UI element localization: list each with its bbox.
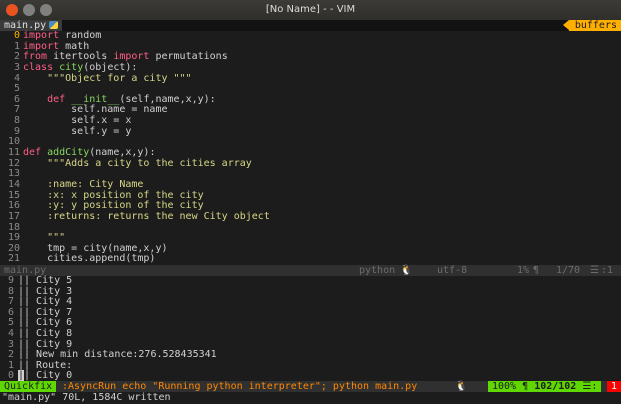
quickfix-pane[interactable]: 9 || City 5 8 || City 3 7 || City 4 6 || City 7…: [0, 275, 621, 382]
code-line: 4 """Object for a city """: [0, 72, 621, 85]
python-icon: [49, 21, 59, 29]
vim-window: [No Name] - - VIM main.py buffers 0 impor…: [0, 0, 621, 404]
code-line: 17 :returns: returns the new City object: [0, 210, 621, 223]
pilcrow-icon: ¶: [533, 265, 540, 276]
status-percent: 100%: [492, 381, 517, 392]
status-col: 1: [607, 265, 614, 276]
quickfix-text: || City 5: [18, 275, 73, 286]
code-line: 12 """Adds a city to the cities array: [0, 157, 621, 170]
tux-icon: 🐧: [400, 265, 413, 276]
code-text: import random: [23, 30, 102, 41]
command-line[interactable]: "main.py" 70L, 1584C written: [0, 392, 621, 404]
quickfix-text: || City 8: [18, 327, 73, 339]
code-line: 18: [0, 222, 621, 234]
editor-pane[interactable]: 0 import random 1 import math 2 from itertool…: [0, 30, 621, 265]
buffers-label: buffers: [562, 20, 621, 31]
minimize-button[interactable]: [23, 4, 35, 16]
statusline-editor: main.py python 🐧 utf-8 1% ¶ 1/70 ☰ : 1: [0, 265, 621, 276]
status-percent: 1%: [517, 265, 530, 276]
line-number: 21: [7, 253, 20, 265]
title-bar: [No Name] - - VIM: [0, 0, 621, 20]
status-col: 1: [606, 381, 621, 392]
line-icon: ☰: [590, 265, 599, 276]
asyncrun-command: :AsyncRun echo "Running python interpret…: [62, 381, 418, 392]
status-filetype: python: [359, 265, 396, 276]
code-text: """Adds a city to the cities array: [23, 157, 252, 169]
code-text: """Object for a city """: [23, 72, 192, 84]
code-line: 0 import random: [0, 30, 621, 42]
status-position: 1/70: [556, 265, 581, 276]
line-number: 9: [7, 275, 14, 286]
line-icon: ☰: [582, 381, 592, 392]
quickfix-line[interactable]: 2 || New min distance:276.528435341: [0, 350, 621, 361]
status-encoding: utf-8: [437, 265, 468, 276]
quickfix-line[interactable]: 7 || City 4: [0, 297, 621, 308]
code-line: 9 self.y = y: [0, 125, 621, 138]
line-number: 14: [7, 178, 20, 190]
maximize-button[interactable]: [40, 4, 52, 16]
code-text: cities.append(tmp): [23, 253, 156, 265]
window-controls: [6, 4, 52, 16]
quickfix-line[interactable]: 4 || City 8: [0, 327, 621, 340]
tux-icon: 🐧: [455, 381, 468, 392]
position-block: 100% ¶ 102/102 ☰:: [488, 381, 602, 392]
quickfix-line[interactable]: 9 || City 5: [0, 275, 621, 287]
code-text: self.y = y: [23, 125, 132, 137]
code-text: :returns: returns the new City object: [23, 210, 270, 222]
quickfix-line[interactable]: 1 || Route:: [0, 360, 621, 372]
close-button[interactable]: [6, 4, 18, 16]
line-number: 17: [7, 210, 20, 222]
pilcrow-icon: ¶: [522, 381, 529, 392]
quickfix-line[interactable]: 5 || City 6: [0, 318, 621, 329]
status-position: 102/102: [534, 381, 577, 392]
code-line: 21 cities.append(tmp): [0, 254, 621, 265]
quickfix-line[interactable]: 6 || City 7: [0, 307, 621, 319]
statusline-quickfix: Quickfix :AsyncRun echo "Running python …: [0, 381, 621, 392]
mode-indicator: Quickfix: [0, 381, 57, 392]
line-number: 3: [13, 61, 20, 73]
quickfix-line[interactable]: 8 || City 3: [0, 286, 621, 298]
line-number: 4: [7, 327, 14, 339]
window-title: [No Name] - - VIM: [265, 4, 356, 15]
